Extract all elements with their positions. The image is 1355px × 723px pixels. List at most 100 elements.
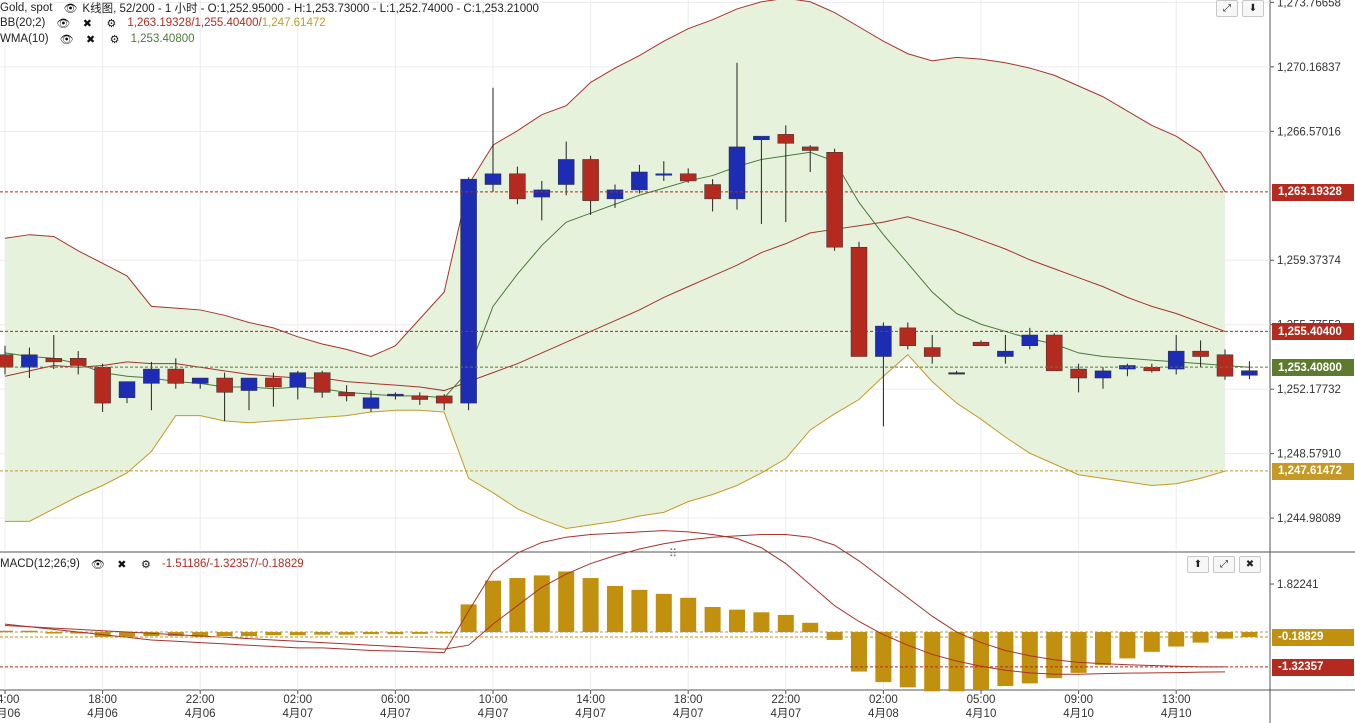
y-axis-tick-label: 1,244.98089 [1277, 513, 1341, 525]
eye-icon[interactable]: 👁 [60, 1, 80, 15]
candle-body [972, 341, 990, 347]
macd-histogram-bar [1021, 632, 1038, 684]
candle-body [362, 397, 380, 409]
x-axis-date-label: 4月06 [185, 708, 216, 720]
x-axis-time-label: 06:00 [381, 694, 410, 706]
x-axis-date-label: 4月06 [0, 708, 20, 720]
close-icon[interactable]: ✖ [77, 16, 97, 30]
candle-body [1094, 370, 1112, 379]
macd-indicator-label: MACD(12;26;9) [0, 558, 80, 570]
arrow-down-icon[interactable]: ⬇ [1242, 0, 1264, 17]
candle-body [997, 350, 1014, 357]
bb-indicator-label: BB(20;2) [0, 17, 46, 29]
eye-icon[interactable]: 👁 [57, 32, 77, 46]
macd-pane-controls: ⬆ ⤢ ✖ [1187, 556, 1261, 573]
candle-body [655, 173, 673, 176]
price-tag: -0.18829 [1272, 628, 1354, 646]
candle-body [753, 135, 770, 140]
y-axis-tick-label: 1,259.37374 [1277, 255, 1342, 267]
wma-indicator-label: WMA(10) [0, 33, 49, 45]
y-axis-tick-label: 1,273.76658 [1277, 0, 1341, 9]
eye-icon[interactable]: 👁 [88, 557, 108, 571]
expand-icon[interactable]: ⤢ [1213, 556, 1235, 573]
candle-body [216, 377, 233, 393]
macd-histogram-bar [289, 632, 306, 636]
x-axis-date-label: 4月10 [1063, 708, 1094, 720]
candle-body [728, 146, 746, 200]
macd-histogram-bar [411, 632, 428, 634]
candle-body [94, 367, 111, 404]
macd-histogram-bar [1143, 632, 1160, 652]
gear-icon[interactable]: ⚙ [105, 32, 125, 46]
x-axis-time-label: 02:00 [283, 694, 312, 706]
candle-body [1216, 354, 1234, 377]
main-series-header: Gold, spot 👁 K线图, 52/200 - 1 小时 - O:1,25… [0, 0, 539, 16]
pane-resize-handle[interactable]: ⠿ [669, 547, 677, 560]
expand-icon[interactable]: ⤢ [1216, 0, 1238, 17]
candle-body [875, 325, 892, 357]
candle-body [1070, 368, 1087, 379]
candle-body [582, 159, 599, 201]
candle-body [777, 134, 795, 144]
candle-body [899, 327, 917, 347]
macd-histogram-bar [704, 607, 721, 633]
close-icon[interactable]: ✖ [112, 557, 132, 571]
macd-histogram-bar [948, 632, 965, 692]
candle-body [826, 152, 843, 248]
eye-icon[interactable]: 👁 [53, 16, 73, 30]
macd-histogram-bar [875, 632, 892, 683]
candle-body [460, 178, 477, 404]
main-series-label: Gold, spot [0, 2, 53, 14]
macd-histogram-bar [729, 609, 745, 633]
macd-histogram-bar [0, 630, 13, 633]
x-axis-date-label: 4月07 [380, 708, 411, 720]
y-axis-tick-label: 1,252.17732 [1277, 384, 1341, 396]
macd-histogram-bar [436, 632, 453, 634]
candle-body [1241, 370, 1258, 376]
x-axis-time-label: 14:00 [576, 694, 605, 706]
candle-body [0, 354, 14, 368]
macd-histogram-bar [387, 632, 404, 635]
macd-histogram-bar [1241, 632, 1258, 638]
wma-indicator-values: 1,253.40800 [130, 33, 195, 45]
x-axis-time-label: 13:00 [1162, 694, 1191, 706]
y-axis-tick-label: 1,266.57016 [1277, 126, 1341, 138]
macd-histogram-bar [460, 604, 477, 633]
candle-body [411, 395, 429, 400]
candle-body [435, 395, 453, 404]
x-axis-date-label: 4月07 [282, 708, 313, 720]
macd-histogram-bar [1168, 632, 1185, 647]
chart-canvas[interactable]: 1,273.76658 1,270.16837 1,266.57016 1,259.3… [0, 0, 1355, 723]
gear-icon[interactable]: ⚙ [136, 557, 156, 571]
macd-histogram-bar [997, 632, 1014, 687]
close-icon[interactable]: ✖ [1239, 556, 1261, 573]
x-axis-date-label: 4月07 [770, 708, 801, 720]
macd-histogram-bar [753, 612, 770, 633]
macd-histogram-bar [1217, 632, 1233, 639]
macd-histogram-bar [802, 622, 819, 633]
macd-histogram-bar [45, 632, 62, 634]
x-axis-time-label: 10:00 [479, 694, 508, 706]
candle-body [850, 246, 868, 357]
price-tag: -1.32357 [1272, 658, 1354, 676]
macd-indicator-values: -1.51186/-1.32357/-0.18829 [161, 558, 304, 570]
candle-body [1045, 334, 1063, 372]
macd-histogram-bar [363, 632, 379, 635]
gear-icon[interactable]: ⚙ [101, 16, 121, 30]
arrow-up-icon[interactable]: ⬆ [1187, 556, 1209, 573]
candle-body [1021, 334, 1039, 347]
macd-histogram-bar [631, 589, 648, 633]
candle-body [191, 377, 209, 384]
macd-histogram-bar [241, 632, 257, 636]
x-axis-time-label: 05:00 [967, 694, 996, 706]
x-axis-date-label: 4月10 [1161, 708, 1192, 720]
bb-indicator-header: BB(20;2) 👁 ✖ ⚙ 1,263.19328/1,255.40400/1… [0, 15, 326, 31]
main-series-values: K线图, 52/200 - 1 小时 - O:1,252.95000 - H:1… [82, 3, 539, 15]
macd-histogram-bar [607, 585, 623, 633]
x-axis-date-label: 4月07 [575, 708, 606, 720]
close-icon[interactable]: ✖ [81, 32, 101, 46]
macd-histogram-bar [338, 632, 355, 635]
macd-indicator-header: MACD(12;26;9) 👁 ✖ ⚙ -1.51186/-1.32357/-0… [0, 556, 304, 572]
macd-histogram-bar [509, 578, 526, 633]
macd-histogram-bar [582, 578, 599, 633]
